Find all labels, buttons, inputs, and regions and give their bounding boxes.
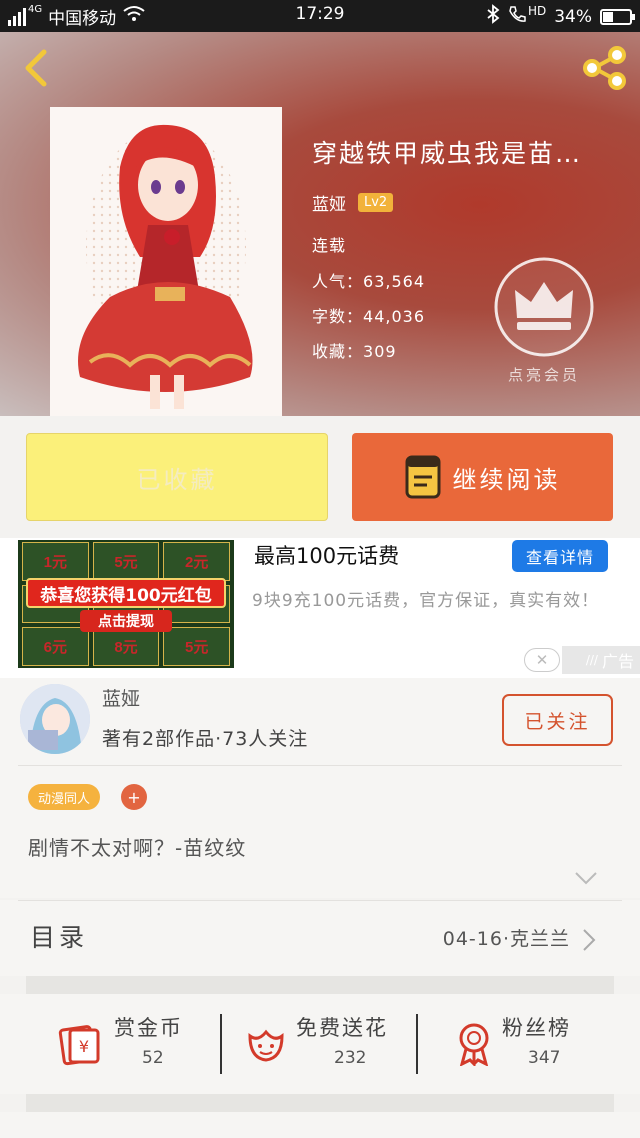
add-tag-button[interactable]: + [121, 784, 147, 810]
author-name[interactable]: 蓝娅 [102, 684, 140, 711]
vip-label: 点亮会员 [507, 366, 580, 384]
word-count-row: 字数：44,036 [312, 303, 425, 327]
fan-ranking-label: 粉丝榜 [502, 1016, 571, 1040]
chevron-down-icon[interactable] [574, 871, 598, 885]
chevron-right-icon [583, 929, 596, 951]
section-separator [26, 1094, 614, 1112]
divider [18, 765, 622, 766]
hd-label: HD [527, 4, 547, 18]
battery-percent: 34% [554, 6, 592, 27]
divider [18, 900, 622, 901]
popularity-label: 人气： [312, 272, 364, 291]
ad-withdraw-button[interactable]: 点击提现 [80, 610, 172, 632]
favorites-value: 309 [363, 342, 397, 361]
section-separator [26, 976, 614, 994]
latest-chapter: 04-16·克兰兰 [442, 928, 570, 950]
ad-tag-label: 广告 [601, 652, 634, 671]
book-cover[interactable] [50, 107, 282, 416]
back-button[interactable] [18, 48, 58, 88]
reward-coins-value: 52 [142, 1048, 164, 1068]
popularity-row: 人气：63,564 [312, 268, 425, 292]
serial-status: 连载 [312, 236, 347, 255]
author-stats: 著有2部作品·73人关注 [102, 728, 309, 750]
svg-text:¥: ¥ [79, 1037, 89, 1056]
anime-girl-illustration [50, 107, 282, 416]
ad-prize-cell: 1元 [22, 542, 89, 581]
ad-prize-cell: 5元 [163, 627, 230, 666]
favorites-row: 收藏：309 [312, 338, 397, 362]
bluetooth-icon [486, 4, 500, 29]
free-flowers-label: 免费送花 [296, 1016, 388, 1040]
collected-label: 已收藏 [136, 465, 218, 494]
crown-icon [494, 257, 594, 357]
follow-label: 已关注 [524, 710, 591, 733]
ad-prize-cell: 2元 [163, 542, 230, 581]
ad-prize-cell: 6元 [22, 627, 89, 666]
book-icon [405, 455, 440, 499]
share-button[interactable] [580, 44, 628, 92]
share-icon [583, 46, 626, 90]
coin-envelope-icon: ¥ [58, 1025, 100, 1066]
author-level-badge: Lv2 [358, 193, 394, 212]
ad-red-packet-banner: 恭喜您获得100元红包 [26, 578, 226, 608]
vip-button[interactable] [493, 256, 595, 358]
next-section-partial [0, 1112, 640, 1138]
collected-button[interactable]: 已收藏 [26, 433, 328, 521]
catalog-row[interactable]: 目录 04-16·克兰兰 [0, 900, 640, 976]
support-stats: ¥ 赏金币 52 免费送花 232 粉丝榜 347 [0, 994, 640, 1094]
ad-detail-button[interactable]: 查看详情 [512, 540, 608, 572]
ad-prize-cell: 5元 [92, 542, 160, 581]
favorites-label: 收藏： [312, 342, 364, 361]
word-count-value: 44,036 [363, 307, 425, 326]
book-header: 穿越铁甲威虫我是苗… 蓝娅 Lv2 连载 人气：63,564 字数：44,036… [0, 32, 640, 416]
ad-logo-icon: /// [585, 653, 598, 667]
flower-icon [248, 1029, 284, 1062]
ad-tag: /// 广告 [562, 646, 640, 674]
free-flowers-value: 232 [334, 1048, 367, 1068]
book-intro: 剧情不太对啊？-苗纹纹 [28, 836, 247, 860]
close-icon[interactable]: ✕ [524, 648, 560, 672]
catalog-label: 目录 [30, 923, 89, 952]
fan-ranking-value: 347 [528, 1048, 561, 1068]
reward-coins-label: 赏金币 [114, 1016, 183, 1040]
ad-prize-cell: 8元 [92, 627, 160, 666]
ad-title: 最高100元话费 [254, 544, 400, 568]
author-card: 蓝娅 著有2部作品·73人关注 已关注 动漫同人 + 剧情不太对啊？-苗纹纹 [0, 678, 640, 898]
avatar[interactable] [20, 684, 90, 754]
genre-tag[interactable]: 动漫同人 [28, 784, 101, 810]
phone-hd-icon [508, 5, 526, 28]
book-title: 穿越铁甲威虫我是苗… [312, 139, 583, 168]
follow-button[interactable]: 已关注 [502, 694, 613, 746]
ad-description: 9块9充100元话费，官方保证，真实有效！ [252, 591, 600, 611]
status-bar: 4G 中国移动 17:29 HD 34% [0, 0, 640, 32]
word-count-label: 字数： [312, 307, 364, 326]
book-author[interactable]: 蓝娅 [312, 190, 346, 215]
continue-reading-label: 继续阅读 [452, 465, 561, 494]
ad-banner[interactable]: 1元 5元 2元 6元 8元 5元 恭喜您获得100元红包 点击提现 最高100元话费 查… [0, 538, 640, 678]
popularity-value: 63,564 [363, 272, 425, 291]
chevron-left-icon [25, 49, 47, 87]
ribbon-icon [459, 1023, 489, 1066]
divider [220, 1014, 222, 1074]
ad-image[interactable]: 1元 5元 2元 6元 8元 5元 恭喜您获得100元红包 点击提现 [18, 540, 234, 668]
battery-icon [600, 8, 635, 25]
action-bar: 已收藏 继续阅读 [0, 416, 640, 538]
continue-reading-button[interactable]: 继续阅读 [352, 433, 613, 521]
divider [416, 1014, 418, 1074]
